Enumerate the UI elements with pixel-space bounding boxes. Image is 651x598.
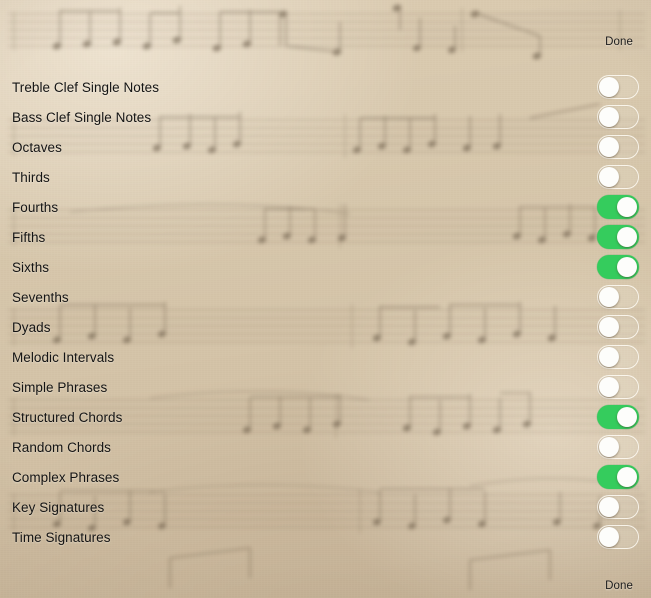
toggle-knob — [599, 437, 619, 457]
settings-row-label: Melodic Intervals — [12, 349, 115, 365]
settings-row[interactable]: Thirds — [0, 162, 651, 192]
settings-row-label: Thirds — [12, 169, 50, 185]
settings-list: Treble Clef Single Notes Bass Clef Single… — [0, 72, 651, 552]
toggle-switch[interactable] — [597, 435, 639, 459]
settings-row[interactable]: Structured Chords — [0, 402, 651, 432]
toggle-knob — [617, 467, 637, 487]
settings-row-label: Structured Chords — [12, 409, 123, 425]
toggle-knob — [599, 287, 619, 307]
settings-row[interactable]: Simple Phrases — [0, 372, 651, 402]
settings-row[interactable]: Fourths — [0, 192, 651, 222]
toggle-knob — [617, 227, 637, 247]
toggle-knob — [599, 527, 619, 547]
toggle-knob — [617, 257, 637, 277]
settings-row[interactable]: Treble Clef Single Notes — [0, 72, 651, 102]
settings-row[interactable]: Complex Phrases — [0, 462, 651, 492]
toggle-switch[interactable] — [597, 225, 639, 249]
toggle-knob — [599, 77, 619, 97]
settings-row-label: Random Chords — [12, 439, 111, 455]
toggle-switch[interactable] — [597, 255, 639, 279]
settings-row[interactable]: Dyads — [0, 312, 651, 342]
settings-row-label: Octaves — [12, 139, 62, 155]
done-button-top[interactable]: Done — [601, 34, 637, 50]
settings-row[interactable]: Fifths — [0, 222, 651, 252]
toggle-knob — [599, 137, 619, 157]
settings-row-label: Sevenths — [12, 289, 69, 305]
settings-row[interactable]: Sevenths — [0, 282, 651, 312]
settings-row[interactable]: Sixths — [0, 252, 651, 282]
toggle-switch[interactable] — [597, 165, 639, 189]
done-button-bottom[interactable]: Done — [601, 578, 637, 594]
settings-row-label: Time Signatures — [12, 529, 111, 545]
settings-row-label: Key Signatures — [12, 499, 105, 515]
toggle-knob — [599, 107, 619, 127]
app-screen: Done Treble Clef Single Notes Bass Clef S… — [0, 0, 651, 598]
toggle-switch[interactable] — [597, 135, 639, 159]
toggle-switch[interactable] — [597, 75, 639, 99]
settings-overlay-panel: Done Treble Clef Single Notes Bass Clef S… — [0, 0, 651, 598]
toggle-switch[interactable] — [597, 465, 639, 489]
settings-row-label: Treble Clef Single Notes — [12, 79, 160, 95]
settings-row[interactable]: Octaves — [0, 132, 651, 162]
toggle-switch[interactable] — [597, 285, 639, 309]
toggle-switch[interactable] — [597, 105, 639, 129]
toggle-switch[interactable] — [597, 315, 639, 339]
settings-row[interactable]: Time Signatures — [0, 522, 651, 552]
settings-row-label: Complex Phrases — [12, 469, 120, 485]
settings-row[interactable]: Key Signatures — [0, 492, 651, 522]
toggle-knob — [599, 497, 619, 517]
settings-row-label: Simple Phrases — [12, 379, 108, 395]
settings-row-label: Fourths — [12, 199, 59, 215]
toggle-switch[interactable] — [597, 345, 639, 369]
settings-row-label: Sixths — [12, 259, 50, 275]
toggle-switch[interactable] — [597, 195, 639, 219]
settings-row[interactable]: Melodic Intervals — [0, 342, 651, 372]
toggle-switch[interactable] — [597, 525, 639, 549]
toggle-knob — [599, 347, 619, 367]
toggle-knob — [599, 377, 619, 397]
toggle-switch[interactable] — [597, 495, 639, 519]
toggle-switch[interactable] — [597, 375, 639, 399]
toggle-knob — [617, 197, 637, 217]
toggle-knob — [599, 317, 619, 337]
toggle-switch[interactable] — [597, 405, 639, 429]
settings-row[interactable]: Bass Clef Single Notes — [0, 102, 651, 132]
settings-row-label: Bass Clef Single Notes — [12, 109, 152, 125]
settings-row-label: Dyads — [12, 319, 51, 335]
toggle-knob — [617, 407, 637, 427]
toggle-knob — [599, 167, 619, 187]
settings-row-label: Fifths — [12, 229, 46, 245]
settings-row[interactable]: Random Chords — [0, 432, 651, 462]
